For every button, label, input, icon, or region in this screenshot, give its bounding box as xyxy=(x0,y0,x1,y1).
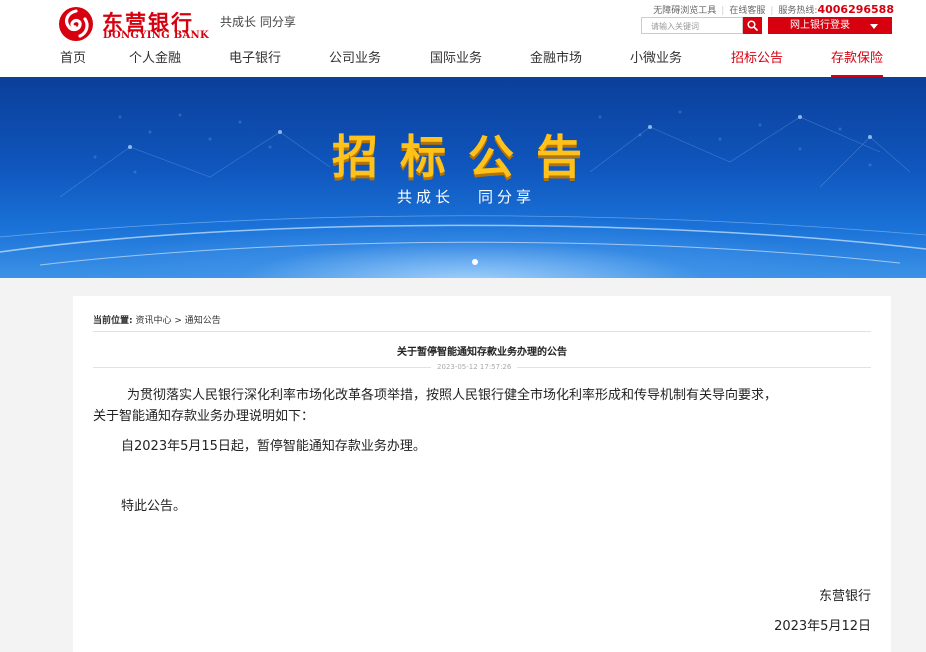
header-slogan: 共成长 同分享 xyxy=(220,15,296,29)
search-button[interactable] xyxy=(743,17,762,34)
article-date: 2023-05-12 17:57:26 xyxy=(431,363,518,371)
top-links: 无障碍浏览工具 | 在线客服 | 服务热线:4006296588 xyxy=(653,3,894,16)
divider: | xyxy=(721,6,725,16)
main-nav: 首页 个人金融 电子银行 公司业务 国际业务 金融市场 小微业务 招标公告 存款… xyxy=(0,50,926,77)
bank-logo-icon xyxy=(59,7,93,41)
nav-home[interactable]: 首页 xyxy=(60,50,86,77)
article-paragraph: 自2023年5月15日起，暂停智能通知存款业务办理。 xyxy=(121,439,426,454)
article-title: 关于暂停智能通知存款业务办理的公告 xyxy=(397,347,567,358)
nav-financial-markets[interactable]: 金融市场 xyxy=(530,50,582,77)
article-signer: 东营银行 xyxy=(818,589,871,604)
nav-e-banking[interactable]: 电子银行 xyxy=(229,50,281,77)
bank-logo[interactable]: 东营银行 DONGYING BANK xyxy=(58,4,218,44)
divider: | xyxy=(770,6,774,16)
breadcrumb: 当前位置: 资讯中心 > 通知公告 xyxy=(93,313,221,326)
online-banking-login-button[interactable]: 网上银行登录 xyxy=(768,17,892,34)
banner-subtitle: 共成长 同分享 xyxy=(397,186,535,207)
nav-micro-business[interactable]: 小微业务 xyxy=(630,50,682,77)
search-icon xyxy=(747,20,758,31)
nav-tender-notice[interactable]: 招标公告 xyxy=(731,50,783,77)
nav-deposit-insurance[interactable]: 存款保险 xyxy=(831,50,884,77)
nav-international-business[interactable]: 国际业务 xyxy=(430,50,482,77)
accessibility-tool-link[interactable]: 无障碍浏览工具 xyxy=(653,6,716,16)
article-paragraph: 关于智能通知存款业务办理说明如下： xyxy=(93,409,315,424)
article-sign-date: 2023年5月12日 xyxy=(774,619,871,634)
nav-personal-finance[interactable]: 个人金融 xyxy=(129,50,181,77)
hotline-label: 服务热线: xyxy=(778,6,818,16)
carousel-dot[interactable] xyxy=(472,259,478,265)
breadcrumb-path[interactable]: 资讯中心 > 通知公告 xyxy=(135,316,220,326)
hotline-number: 4006296588 xyxy=(817,3,894,16)
article-panel: 当前位置: 资讯中心 > 通知公告 关于暂停智能通知存款业务办理的公告 2023… xyxy=(73,296,891,652)
divider xyxy=(93,331,871,332)
online-banking-login-label: 网上银行登录 xyxy=(790,20,850,31)
article-paragraph: 为贯彻落实人民银行深化利率市场化改革各项举措，按照人民银行健全市场化利率形成和传… xyxy=(127,388,778,403)
article-paragraph: 特此公告。 xyxy=(121,499,187,514)
logo-english-name: DONGYING BANK xyxy=(103,30,209,41)
banner-subtitle-right: 同分享 xyxy=(478,188,536,206)
search-input[interactable]: 请输入关键词 xyxy=(641,17,743,34)
online-service-link[interactable]: 在线客服 xyxy=(729,6,765,16)
hero-banner: 招标公告 共成长 同分享 xyxy=(0,77,926,278)
breadcrumb-label: 当前位置: xyxy=(93,316,133,326)
nav-corporate-business[interactable]: 公司业务 xyxy=(329,50,381,77)
banner-subtitle-left: 共成长 xyxy=(397,188,455,206)
chevron-down-icon xyxy=(870,24,878,29)
site-header: 东营银行 DONGYING BANK 共成长 同分享 无障碍浏览工具 | 在线客服 |… xyxy=(0,0,926,77)
banner-title: 招标公告 xyxy=(332,130,604,184)
